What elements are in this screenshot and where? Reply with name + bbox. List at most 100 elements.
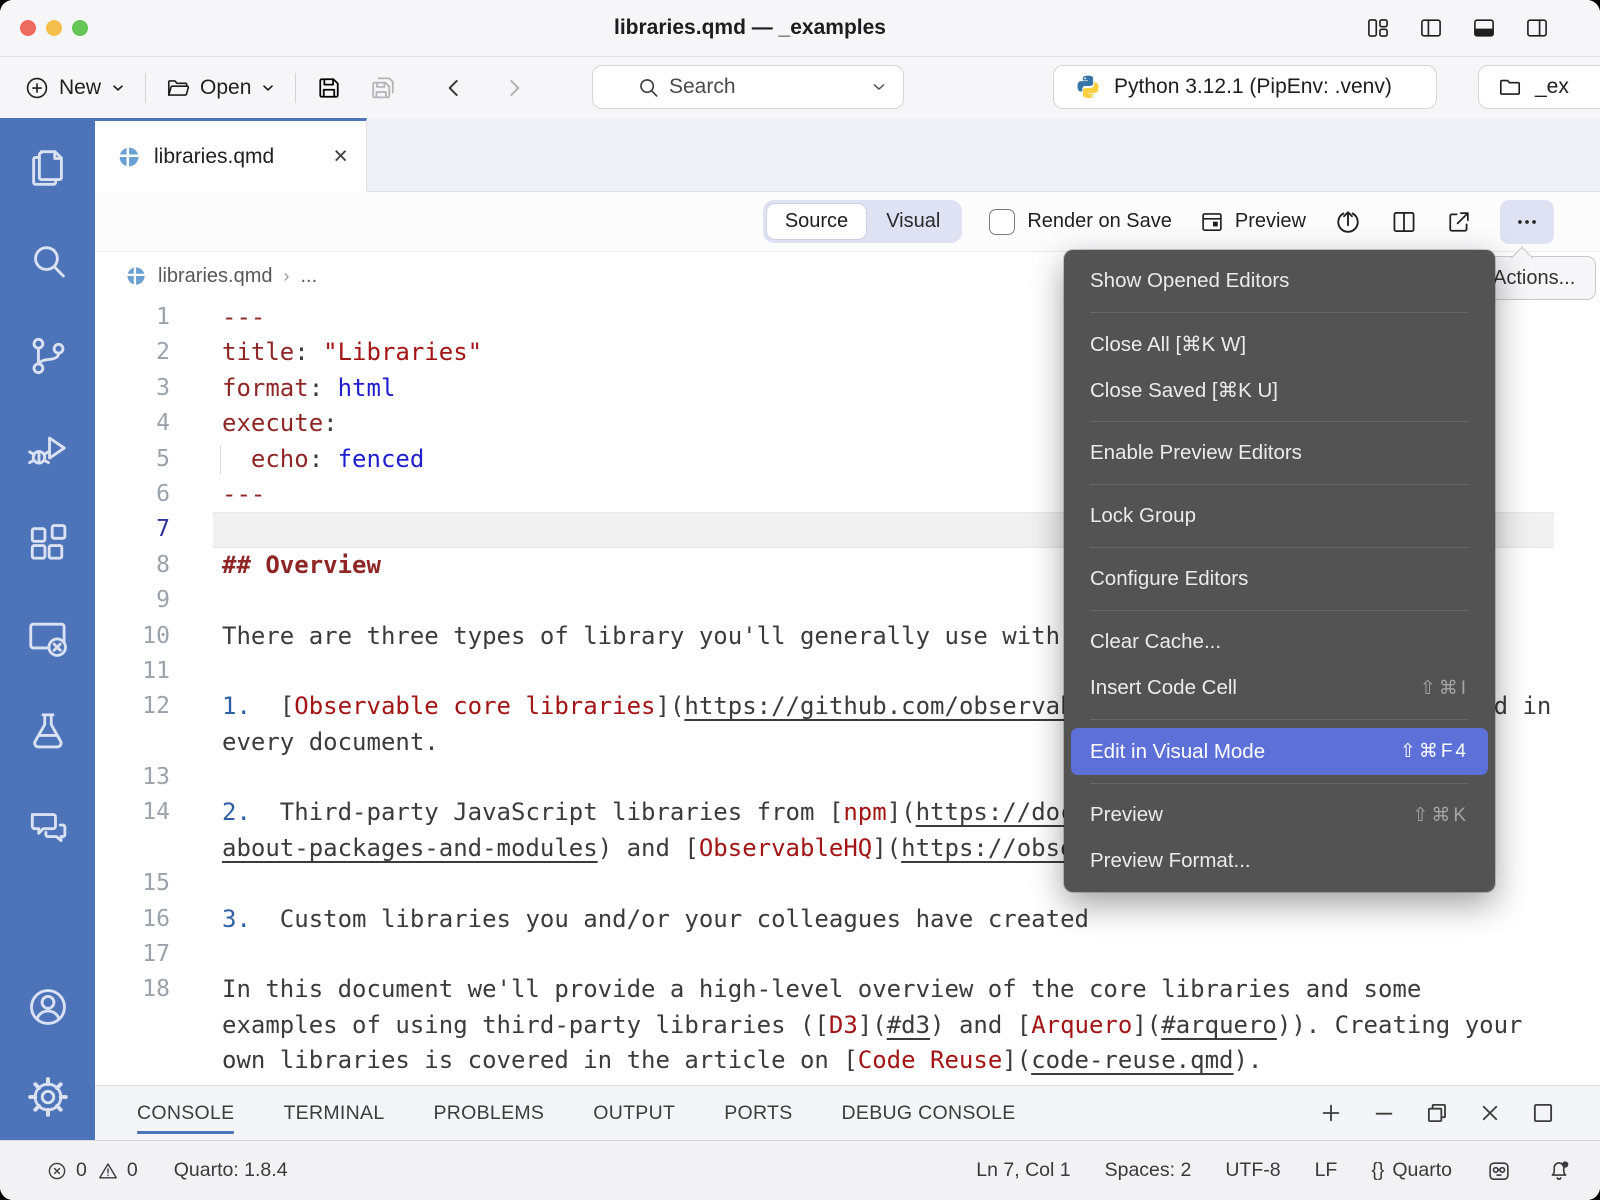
customize-layout-icon[interactable]	[1365, 15, 1391, 41]
panel-tab-ports[interactable]: PORTS	[724, 1086, 792, 1140]
line-number: 12	[95, 689, 213, 724]
indentation[interactable]: Spaces: 2	[1105, 1159, 1192, 1182]
render-on-save-label: Render on Save	[1027, 210, 1172, 233]
toggle-panel-icon[interactable]	[1471, 15, 1497, 41]
end-of-line[interactable]: LF	[1315, 1159, 1338, 1182]
minimize-window-button[interactable]	[46, 20, 62, 36]
open-label: Open	[200, 76, 251, 100]
menu-item-show-opened-editors[interactable]: Show Opened Editors	[1064, 258, 1495, 304]
toggle-secondary-sidebar-icon[interactable]	[1524, 15, 1550, 41]
line-number: 6	[95, 477, 213, 512]
menu-item-close-saved-k-u[interactable]: Close Saved [⌘K U]	[1064, 367, 1495, 413]
chat-icon[interactable]	[25, 803, 71, 849]
open-in-new-window-icon[interactable]	[1445, 208, 1473, 236]
new-button[interactable]: New	[24, 75, 126, 101]
account-icon[interactable]	[25, 984, 71, 1030]
menu-item-shortcut: ⇧⌘I	[1420, 677, 1469, 700]
line-number: 13	[95, 760, 213, 795]
chevron-down-icon[interactable]	[869, 77, 889, 97]
menu-separator	[1090, 719, 1469, 720]
quarto-file-icon	[125, 265, 147, 287]
code-line-16: 163. Custom libraries you and/or your co…	[95, 902, 1600, 937]
split-editor-icon[interactable]	[1390, 208, 1418, 236]
panel-tab-debug-console[interactable]: DEBUG CONSOLE	[842, 1086, 1016, 1140]
menu-separator	[1090, 547, 1469, 548]
menu-item-configure-editors[interactable]: Configure Editors	[1064, 556, 1495, 602]
settings-icon[interactable]	[25, 1074, 71, 1120]
breadcrumb-file[interactable]: libraries.qmd	[158, 265, 272, 288]
panel-tab-problems[interactable]: PROBLEMS	[433, 1086, 544, 1140]
run-debug-icon[interactable]	[25, 427, 71, 473]
render-on-save: Render on Save	[989, 209, 1172, 235]
line-number: 11	[95, 654, 213, 689]
menu-item-enable-preview-editors[interactable]: Enable Preview Editors	[1064, 430, 1495, 476]
save-icon[interactable]	[315, 74, 343, 102]
menu-separator	[1090, 484, 1469, 485]
close-window-button[interactable]	[20, 20, 36, 36]
back-icon[interactable]	[441, 75, 467, 101]
cursor-position[interactable]: Ln 7, Col 1	[976, 1159, 1070, 1182]
menu-item-edit-in-visual-mode[interactable]: Edit in Visual Mode⇧⌘F4	[1071, 728, 1488, 775]
menu-separator	[1090, 783, 1469, 784]
menu-item-preview-format[interactable]: Preview Format...	[1064, 838, 1495, 884]
source-mode-button[interactable]: Source	[766, 203, 867, 240]
panel-tab-output[interactable]: OUTPUT	[593, 1086, 675, 1140]
encoding[interactable]: UTF-8	[1225, 1159, 1280, 1182]
line-number: 10	[95, 619, 213, 654]
tab-libraries-qmd[interactable]: libraries.qmd ×	[95, 118, 367, 192]
window-title: libraries.qmd — _examples	[200, 0, 1300, 56]
warning-icon	[97, 1160, 119, 1182]
minimize-panel-icon[interactable]	[1371, 1100, 1397, 1126]
menu-separator	[1090, 312, 1469, 313]
quarto-file-icon	[117, 145, 141, 169]
app-window: libraries.qmd — _examples New Open Searc…	[0, 0, 1600, 1200]
menu-item-label: Close All [⌘K W]	[1090, 332, 1246, 357]
search-icon[interactable]	[25, 239, 71, 285]
workspace-selector[interactable]: _ex	[1478, 65, 1600, 109]
testing-icon[interactable]	[25, 709, 71, 755]
panel-tab-terminal[interactable]: TERMINAL	[283, 1086, 384, 1140]
explorer-icon[interactable]	[25, 145, 71, 191]
source-control-icon[interactable]	[25, 333, 71, 379]
toggle-primary-sidebar-icon[interactable]	[1418, 15, 1444, 41]
menu-item-insert-code-cell[interactable]: Insert Code Cell⇧⌘I	[1064, 665, 1495, 711]
menu-item-label: Clear Cache...	[1090, 630, 1221, 654]
visual-mode-button[interactable]: Visual	[867, 203, 959, 240]
line-number: 17	[95, 937, 213, 972]
restore-panel-icon[interactable]	[1424, 1100, 1450, 1126]
feedback-smiley-icon[interactable]	[1486, 1158, 1512, 1184]
problems-warnings[interactable]: 0	[97, 1159, 138, 1182]
language-mode[interactable]: {} Quarto	[1371, 1159, 1452, 1182]
extensions-icon[interactable]	[25, 521, 71, 567]
quarto-version[interactable]: Quarto: 1.8.4	[174, 1159, 288, 1182]
menu-item-clear-cache[interactable]: Clear Cache...	[1064, 619, 1495, 665]
line-number	[95, 1043, 213, 1078]
notifications-bell-icon[interactable]	[1546, 1158, 1572, 1184]
code-line-17: 17	[95, 937, 1600, 972]
preview-button[interactable]: Preview	[1199, 209, 1306, 235]
publish-icon[interactable]	[1333, 207, 1363, 237]
breadcrumb-separator: ›	[283, 266, 289, 287]
open-button[interactable]: Open	[165, 75, 276, 101]
zoom-window-button[interactable]	[72, 20, 88, 36]
panel-layout-icon[interactable]	[1530, 1100, 1556, 1126]
forward-icon[interactable]	[501, 75, 527, 101]
save-all-icon[interactable]	[369, 74, 397, 102]
menu-item-lock-group[interactable]: Lock Group	[1064, 493, 1495, 539]
folder-icon	[1497, 74, 1523, 100]
render-on-save-checkbox[interactable]	[989, 209, 1015, 235]
problems-errors[interactable]: 0	[46, 1159, 87, 1182]
menu-item-close-all-k-w[interactable]: Close All [⌘K W]	[1064, 321, 1495, 367]
close-panel-icon[interactable]	[1477, 1100, 1503, 1126]
menu-item-label: Configure Editors	[1090, 567, 1248, 591]
sessions-icon[interactable]	[25, 615, 71, 661]
interpreter-selector[interactable]: Python 3.12.1 (PipEnv: .venv)	[1053, 65, 1437, 109]
search-input[interactable]: Search	[592, 65, 904, 109]
breadcrumb-more[interactable]: ...	[300, 265, 317, 288]
panel-tab-console[interactable]: CONSOLE	[137, 1086, 234, 1140]
more-actions-button[interactable]	[1500, 200, 1554, 244]
new-console-plus-icon[interactable]	[1318, 1100, 1344, 1126]
menu-item-preview[interactable]: Preview⇧⌘K	[1064, 792, 1495, 838]
line-number: 4	[95, 406, 213, 441]
close-tab-icon[interactable]: ×	[333, 144, 348, 169]
